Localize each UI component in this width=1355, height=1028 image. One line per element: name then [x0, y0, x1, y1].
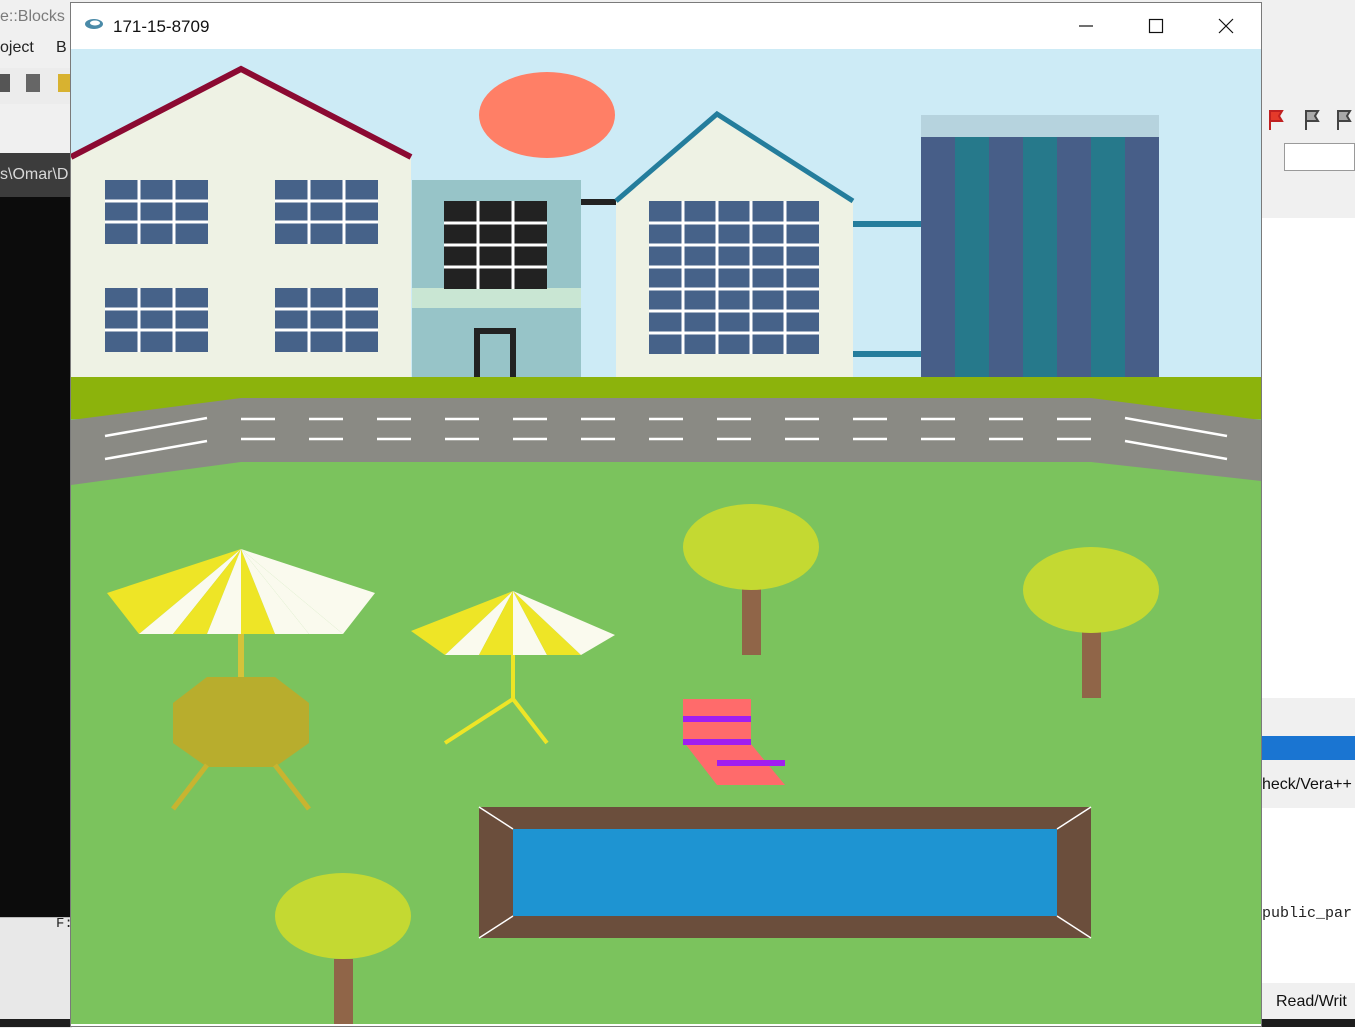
office-tower-stripe [1023, 137, 1057, 378]
left-house-window [105, 288, 208, 352]
connector-bar [581, 199, 617, 205]
swimming-pool [478, 806, 1092, 939]
app-icon [85, 19, 103, 29]
umbrella-pole [238, 634, 244, 684]
flag-icon[interactable] [1266, 108, 1352, 132]
tree-foliage [275, 873, 411, 959]
patio-table [173, 677, 309, 767]
right-search-field[interactable] [1284, 143, 1355, 171]
ide-title-fragment: e::Blocks [0, 8, 65, 25]
right-tab-cppcheck[interactable]: heck/Vera++ [1262, 776, 1352, 794]
middle-building-band [412, 288, 581, 308]
close-icon [1218, 18, 1234, 34]
left-house-window [275, 180, 378, 244]
window-title: 171-15-8709 [113, 17, 210, 36]
tree-trunk [1082, 632, 1101, 698]
office-tower [921, 115, 1159, 378]
copy-icon[interactable] [26, 74, 40, 92]
chair-slat [683, 739, 751, 745]
connector-pipe-upper [853, 221, 921, 227]
ide-path-tab[interactable]: s\Omar\D [0, 153, 72, 197]
sun [479, 72, 615, 158]
scene-window: 171-15-8709 [70, 2, 1262, 1027]
ide-toolbar [0, 68, 72, 104]
maximize-icon [1148, 18, 1164, 34]
minimize-icon [1079, 25, 1093, 27]
tree-foliage [683, 504, 819, 590]
right-white-panel [1262, 218, 1355, 698]
left-house-window [275, 288, 378, 352]
cut-icon[interactable] [0, 74, 10, 92]
title-bar[interactable]: 171-15-8709 [71, 3, 1261, 49]
left-house-window [105, 180, 208, 244]
ide-lower-panel [0, 917, 72, 1028]
office-tower-stripe [1091, 137, 1125, 378]
connector-pipe-lower [853, 351, 921, 357]
ide-menu-build[interactable]: B [56, 39, 67, 57]
scene-canvas [71, 49, 1261, 1024]
ide-right-panel: heck/Vera++ public_par Read/Writ [1262, 48, 1355, 1027]
right-editor [1262, 808, 1355, 983]
chair-slat [683, 716, 751, 722]
office-tower-stripe [955, 137, 989, 378]
office-tower-top [921, 115, 1159, 137]
ide-console [0, 197, 72, 917]
ide-menu-project[interactable]: oject [0, 39, 34, 57]
right-code-fragment: public_par [1262, 905, 1353, 922]
close-button[interactable] [1191, 3, 1261, 49]
pool-water [513, 829, 1057, 916]
tree-trunk [742, 589, 761, 655]
tree-foliage [1023, 547, 1159, 633]
status-read-write: Read/Writ [1276, 993, 1347, 1010]
tree-trunk [334, 959, 353, 1024]
maximize-button[interactable] [1121, 3, 1191, 49]
flag-icons[interactable] [1266, 108, 1352, 137]
minimize-button[interactable] [1051, 3, 1121, 49]
chair-slat [717, 760, 785, 766]
right-selection-bar[interactable] [1262, 736, 1355, 760]
